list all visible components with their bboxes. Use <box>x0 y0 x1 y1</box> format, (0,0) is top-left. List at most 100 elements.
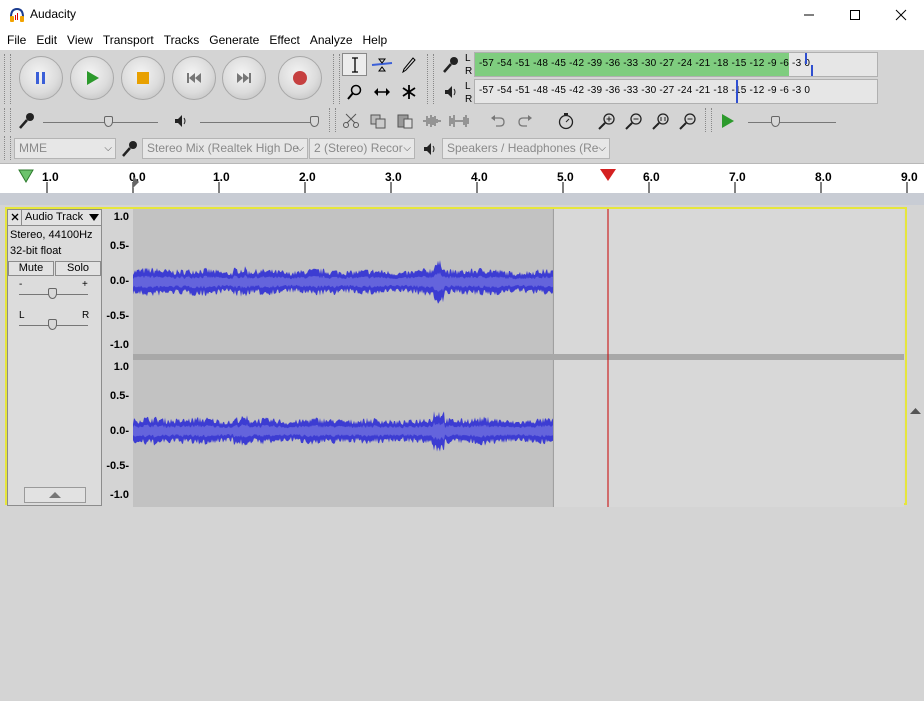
record-meter-button[interactable] <box>438 53 463 76</box>
zoom-in-button[interactable] <box>594 109 619 132</box>
track-menu-dropdown-icon[interactable] <box>89 214 99 222</box>
recording-volume-icon-button <box>14 109 39 132</box>
menu-transport[interactable]: Transport <box>98 30 159 50</box>
trim-button[interactable] <box>419 109 444 132</box>
track-close-button[interactable] <box>8 210 22 225</box>
gain-slider-thumb[interactable] <box>48 288 57 299</box>
record-meter-scale: -57 -54 -51 -48 -45 -42 -39 -36 -33 -30 … <box>479 58 811 69</box>
skip-to-start-icon <box>187 73 201 83</box>
playhead-marker-icon[interactable] <box>599 168 617 182</box>
scissors-icon <box>342 113 359 128</box>
pause-button[interactable] <box>19 56 63 100</box>
pan-slider-thumb[interactable] <box>48 319 57 330</box>
time-shift-tool-button[interactable] <box>369 80 394 103</box>
draw-tool-button[interactable] <box>396 53 421 76</box>
sync-lock-button[interactable] <box>553 109 578 132</box>
close-icon <box>895 9 907 21</box>
redo-button[interactable] <box>512 109 537 132</box>
selection-tool-button[interactable] <box>342 53 367 76</box>
pencil-icon <box>401 56 416 73</box>
cut-button[interactable] <box>338 109 363 132</box>
play-at-speed-button[interactable] <box>714 109 739 132</box>
undo-button[interactable] <box>485 109 510 132</box>
amplitude-label: -1.0 <box>110 339 129 351</box>
toolbar-grip[interactable] <box>4 136 11 160</box>
menu-edit[interactable]: Edit <box>31 30 62 50</box>
amplitude-ruler-left-channel: 1.0 0.5- 0.0- -0.5- -1.0 <box>102 209 133 355</box>
track-format-info: Stereo, 44100Hz <box>10 229 93 241</box>
menu-tracks[interactable]: Tracks <box>159 30 205 50</box>
toolbar-grip[interactable] <box>333 54 340 104</box>
menu-generate[interactable]: Generate <box>204 30 264 50</box>
chevron-down-icon: ⌵ <box>104 143 112 154</box>
record-peak-marker-right <box>811 65 813 76</box>
collapse-track-button[interactable] <box>24 487 86 503</box>
zoom-fit-selection-icon <box>651 112 669 130</box>
mute-button[interactable]: Mute <box>8 261 54 276</box>
amplitude-ruler-right-channel: 1.0 0.5- 0.0- -0.5- -1.0 <box>102 359 133 505</box>
mute-label: Mute <box>18 262 44 274</box>
trim-audio-icon <box>422 114 441 127</box>
menu-analyze[interactable]: Analyze <box>305 30 358 50</box>
menu-view[interactable]: View <box>62 30 98 50</box>
gain-minus-label: - <box>19 279 23 290</box>
zoom-tool-button[interactable] <box>342 80 367 103</box>
fit-selection-button[interactable] <box>648 109 673 132</box>
toolbar-grip[interactable] <box>705 108 712 132</box>
fit-project-button[interactable] <box>675 109 700 132</box>
chevron-up-icon <box>910 408 921 414</box>
recording-volume-thumb[interactable] <box>104 116 113 127</box>
silence-button[interactable] <box>446 109 471 132</box>
playback-meter-button[interactable] <box>438 80 463 103</box>
menu-effect[interactable]: Effect <box>264 30 304 50</box>
toolbar-grip[interactable] <box>4 108 11 132</box>
meter-channel-right: R <box>465 66 473 77</box>
play-speed-slider[interactable] <box>748 122 836 123</box>
selection-start-marker <box>133 176 139 188</box>
recording-volume-slider[interactable] <box>43 122 158 123</box>
playback-volume-slider[interactable] <box>200 122 318 123</box>
stop-button[interactable] <box>121 56 165 100</box>
record-meter[interactable]: -57 -54 -51 -48 -45 -42 -39 -36 -33 -30 … <box>474 52 878 77</box>
toolbar-grip[interactable] <box>4 54 11 104</box>
play-icon <box>721 113 734 128</box>
close-icon <box>11 213 18 221</box>
close-button[interactable] <box>878 0 924 30</box>
maximize-button[interactable] <box>832 0 878 30</box>
multi-tool-button[interactable] <box>396 80 421 103</box>
waveform-display[interactable] <box>133 209 904 507</box>
output-device-select[interactable]: Speakers / Headphones (Re ⌵ <box>442 138 610 159</box>
minimize-icon <box>804 14 814 16</box>
toolbar-grip[interactable] <box>329 108 336 132</box>
skip-to-end-button[interactable] <box>222 56 266 100</box>
minimize-button[interactable] <box>786 0 832 30</box>
envelope-tool-button[interactable] <box>369 53 394 76</box>
input-channels-select[interactable]: 2 (Stereo) Recor ⌵ <box>309 138 415 159</box>
input-device-icon-holder <box>117 137 142 160</box>
toolbar-grip[interactable] <box>427 54 434 104</box>
play-speed-thumb[interactable] <box>771 116 780 127</box>
skip-to-end-icon <box>237 73 251 83</box>
play-button[interactable] <box>70 56 114 100</box>
amplitude-label: -0.5- <box>106 310 129 322</box>
zoom-out-button[interactable] <box>621 109 646 132</box>
scroll-up-arrow[interactable] <box>910 404 921 414</box>
paste-button[interactable] <box>392 109 417 132</box>
menu-help[interactable]: Help <box>358 30 393 50</box>
playback-peak-marker <box>736 80 738 103</box>
playback-volume-thumb[interactable] <box>310 116 319 127</box>
record-button[interactable] <box>278 56 322 100</box>
audio-host-value: MME <box>19 141 47 155</box>
menu-file[interactable]: File <box>2 30 31 50</box>
copy-button[interactable] <box>365 109 390 132</box>
skip-to-start-button[interactable] <box>172 56 216 100</box>
input-device-select[interactable]: Stereo Mix (Realtek High De ⌵ <box>142 138 308 159</box>
output-device-icon-holder <box>417 137 442 160</box>
playback-meter[interactable]: -57 -54 -51 -48 -45 -42 -39 -36 -33 -30 … <box>474 79 878 104</box>
timeline-ruler[interactable]: 1.0 0.0 1.0 2.0 3.0 4.0 5.0 6.0 7.0 8.0 … <box>0 163 924 193</box>
track-name-button[interactable]: Audio Track <box>25 211 83 223</box>
zoom-out-icon <box>624 112 642 130</box>
vertical-scrollbar[interactable] <box>907 401 924 701</box>
solo-button[interactable]: Solo <box>55 261 101 276</box>
audio-host-select[interactable]: MME ⌵ <box>14 138 116 159</box>
